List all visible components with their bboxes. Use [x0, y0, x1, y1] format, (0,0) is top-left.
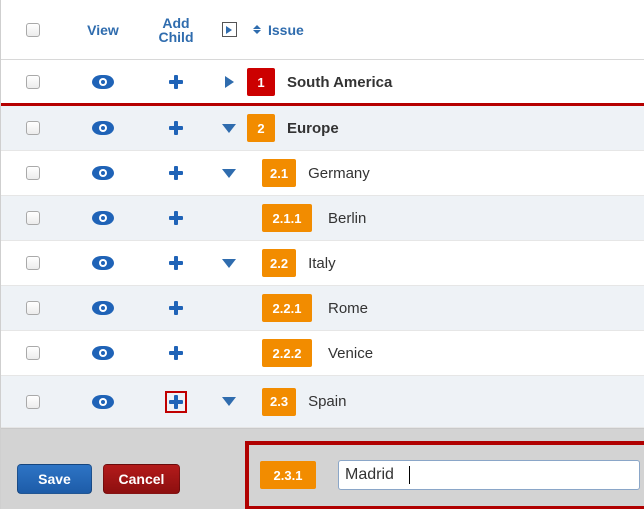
expand-all-button[interactable] [221, 22, 237, 37]
triangle-down-icon[interactable] [222, 168, 236, 178]
issue-number-badge: 2.3 [262, 387, 297, 416]
table-row: 2.2.1 Rome [1, 286, 644, 331]
eye-icon[interactable] [92, 256, 114, 270]
eye-icon[interactable] [92, 346, 114, 360]
add-child-column-header: Add Child [158, 14, 194, 45]
plus-icon[interactable] [169, 75, 183, 89]
table-row: 2.1 Germany [1, 151, 644, 196]
issue-title[interactable]: Venice [328, 346, 373, 361]
eye-icon[interactable] [92, 121, 114, 135]
header-view-cell: View [65, 0, 141, 59]
save-button[interactable]: Save [17, 464, 92, 494]
issue-number-badge: 2 [247, 114, 275, 142]
issue-number-badge: 1 [247, 68, 275, 96]
text-cursor [409, 466, 410, 484]
eye-icon[interactable] [92, 211, 114, 225]
triangle-down-icon[interactable] [222, 258, 236, 268]
triangle-right-icon [226, 25, 232, 34]
eye-icon[interactable] [92, 394, 114, 409]
triangle-right-icon[interactable] [224, 76, 234, 88]
table-row: 2.2 Italy [1, 241, 644, 286]
row-checkbox[interactable] [26, 75, 40, 89]
header-issue-cell[interactable]: Issue [247, 0, 644, 59]
sort-icon[interactable] [253, 25, 261, 34]
issue-number-badge: 2.1 [262, 159, 297, 187]
new-child-entry: 2.3.1 [245, 441, 644, 509]
issue-title[interactable]: Berlin [328, 211, 366, 226]
table-row: 2.1.1 Berlin [1, 196, 644, 241]
issue-number-badge: 2.2.1 [262, 294, 312, 322]
header-select-all-cell [1, 0, 65, 59]
issue-title[interactable]: Italy [308, 256, 336, 271]
issue-title[interactable]: Rome [328, 301, 368, 316]
issue-number-badge: 2.2.2 [262, 339, 312, 367]
issue-number-badge: 2.2 [262, 249, 297, 277]
issue-number-badge: 2.1.1 [262, 204, 312, 232]
plus-icon[interactable] [169, 301, 183, 315]
cancel-button[interactable]: Cancel [103, 464, 180, 494]
table-row: 2.2.2 Venice [1, 331, 644, 376]
row-checkbox[interactable] [26, 394, 40, 409]
plus-icon[interactable] [169, 211, 183, 225]
row-checkbox[interactable] [26, 256, 40, 270]
new-issue-title-input[interactable] [338, 460, 640, 490]
row-checkbox[interactable] [26, 301, 40, 315]
issue-tree-grid: View Add Child Issue 1 South America 2 E… [0, 0, 644, 509]
issue-title[interactable]: Europe [287, 121, 339, 136]
plus-icon[interactable] [169, 166, 183, 180]
plus-icon[interactable] [169, 394, 183, 409]
issue-column-header[interactable]: Issue [268, 23, 304, 37]
issue-title[interactable]: South America [287, 75, 392, 90]
table-row: 2.3 Spain [1, 376, 644, 428]
add-child-highlight[interactable] [165, 390, 187, 413]
header-expand-cell [211, 0, 247, 59]
row-checkbox[interactable] [26, 346, 40, 360]
select-all-checkbox[interactable] [26, 22, 40, 37]
eye-icon[interactable] [92, 301, 114, 315]
table-row: 1 South America [1, 60, 644, 105]
row-checkbox[interactable] [26, 166, 40, 180]
issue-title[interactable]: Spain [308, 394, 346, 409]
row-checkbox[interactable] [26, 211, 40, 225]
issue-title[interactable]: Germany [308, 166, 370, 181]
grid-header-row: View Add Child Issue [1, 0, 644, 60]
table-row: 2 Europe [1, 106, 644, 151]
view-column-header: View [87, 21, 119, 38]
triangle-down-icon[interactable] [222, 397, 236, 406]
header-add-child-cell: Add Child [141, 0, 211, 59]
new-child-footer: Save Cancel 2.3.1 [1, 428, 644, 509]
new-issue-number-badge: 2.3.1 [260, 461, 316, 489]
plus-icon[interactable] [169, 256, 183, 270]
plus-icon[interactable] [169, 121, 183, 135]
eye-icon[interactable] [92, 166, 114, 180]
row-checkbox[interactable] [26, 121, 40, 135]
plus-icon[interactable] [169, 346, 183, 360]
triangle-down-icon[interactable] [222, 123, 236, 133]
eye-icon[interactable] [92, 75, 114, 89]
